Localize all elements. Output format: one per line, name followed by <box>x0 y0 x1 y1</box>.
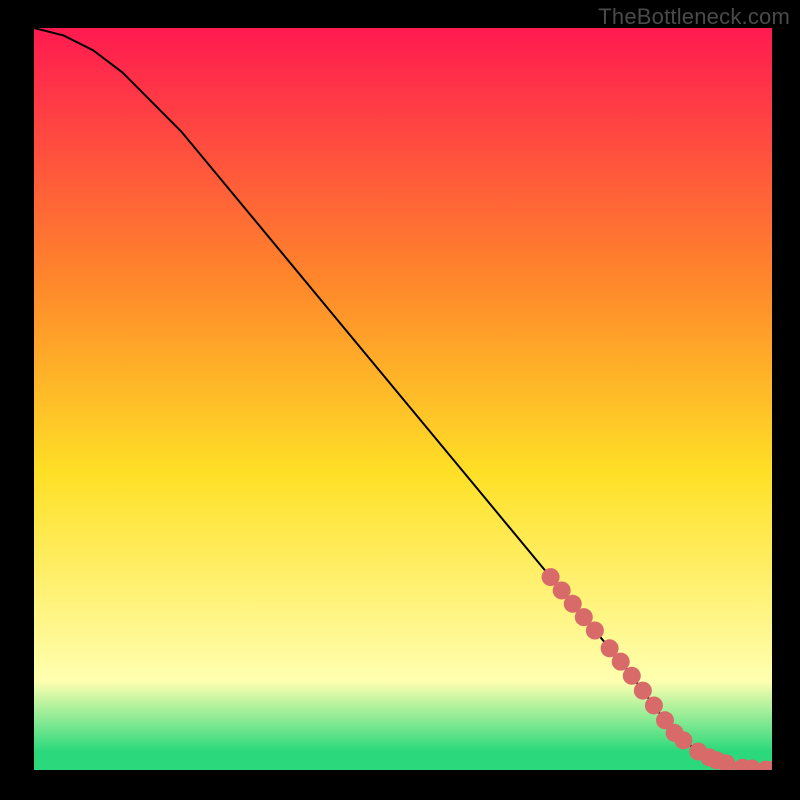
points-layer <box>34 28 772 770</box>
data-point <box>623 667 641 685</box>
data-point <box>674 731 692 749</box>
data-point <box>586 622 604 640</box>
data-point <box>612 653 630 671</box>
watermark-text: TheBottleneck.com <box>598 4 790 30</box>
data-point <box>634 682 652 700</box>
data-point <box>645 696 663 714</box>
chart-frame: TheBottleneck.com <box>0 0 800 800</box>
